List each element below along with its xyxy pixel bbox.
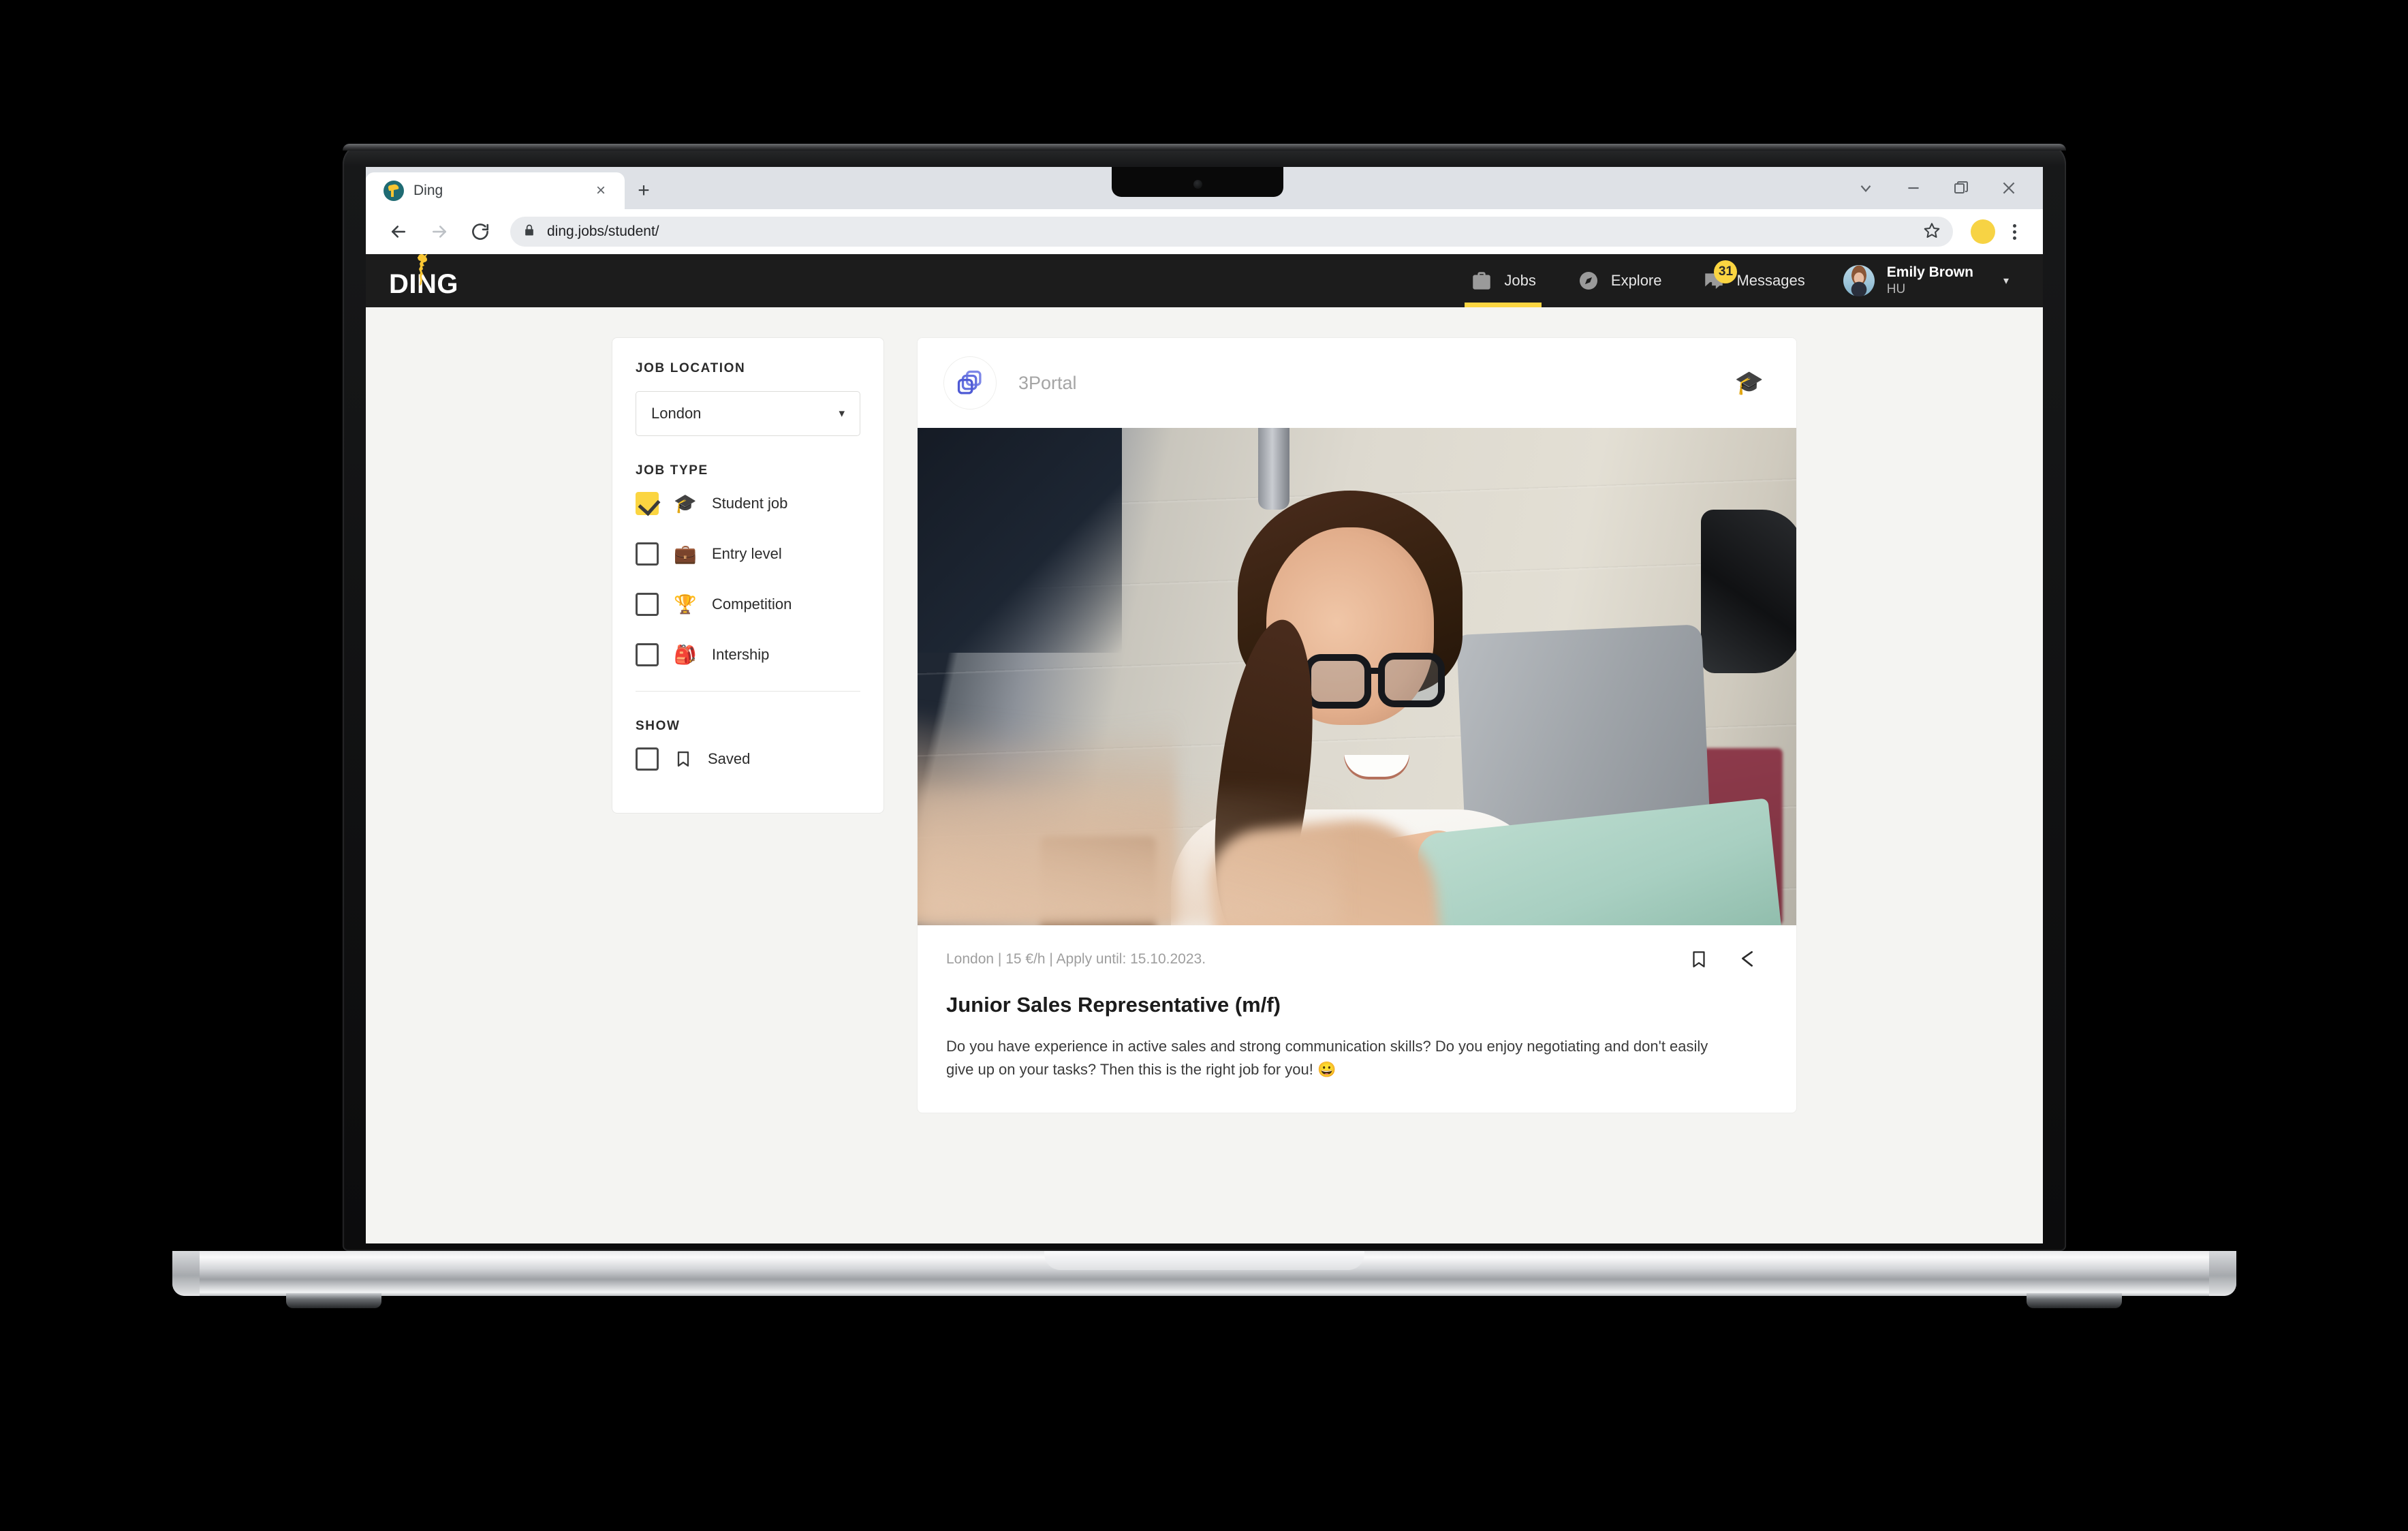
- job-location-heading: JOB LOCATION: [636, 361, 746, 375]
- nav-item-list: Jobs Explore 31 Messages Emily Brown HU …: [1450, 254, 2016, 307]
- lid-top-highlight: [343, 144, 2066, 151]
- avatar: [1843, 265, 1875, 296]
- chat-icon: 31: [1702, 260, 1738, 292]
- page-content: JOB LOCATION London ▾ JOB TYPE 🎓 Student…: [366, 307, 2043, 1114]
- laptop-notch: [1112, 167, 1283, 197]
- user-meta: Emily Brown HU: [1887, 264, 1973, 298]
- filters-panel: JOB LOCATION London ▾ JOB TYPE 🎓 Student…: [612, 337, 884, 814]
- ding-web-app: DING Jobs Explore 31 Messages Emily Brow…: [366, 254, 2043, 1243]
- nav-item-explore[interactable]: Explore: [1557, 254, 1683, 307]
- laptop-screen: Ding × + ding.jobs/student/ DING Jobs Ex…: [366, 167, 2043, 1243]
- bookmark-star-icon[interactable]: [1923, 221, 1941, 243]
- maximize-window-icon[interactable]: [1939, 172, 1983, 204]
- filter-option-label: Student job: [712, 495, 788, 512]
- user-name: Emily Brown: [1886, 264, 1973, 280]
- job-card[interactable]: 3Portal 🎓 London | 15 €/h | Apply until:…: [917, 337, 1797, 1114]
- checkbox-student-job[interactable]: [636, 492, 659, 515]
- url-text: ding.jobs/student/: [547, 223, 659, 239]
- ding-favicon-icon: [384, 181, 404, 201]
- app-top-navigation: DING Jobs Explore 31 Messages Emily Brow…: [366, 254, 2043, 307]
- job-card-header: 3Portal 🎓: [918, 338, 1796, 428]
- new-tab-button[interactable]: +: [625, 172, 663, 209]
- checkbox-entry-level[interactable]: [636, 542, 659, 566]
- layered-squares-logo-icon: [943, 356, 997, 409]
- filter-option-label: Saved: [708, 750, 751, 767]
- nav-item-label: Jobs: [1504, 272, 1536, 289]
- close-window-icon[interactable]: [1987, 172, 2031, 204]
- trophy-icon: 🏆: [674, 594, 697, 615]
- job-card-actions: [1689, 948, 1764, 974]
- chrome-profile-avatar[interactable]: [1971, 219, 1995, 244]
- job-photo: [918, 428, 1796, 925]
- lock-icon: [522, 223, 536, 241]
- close-tab-icon[interactable]: ×: [591, 181, 611, 201]
- chrome-menu-icon[interactable]: [2001, 217, 2028, 247]
- job-type-badge: 🎓: [1734, 370, 1764, 396]
- address-bar[interactable]: ding.jobs/student/: [510, 217, 1953, 247]
- job-title[interactable]: Junior Sales Representative (m/f): [946, 993, 1764, 1017]
- briefcase-icon: 💼: [674, 544, 697, 564]
- laptop-foot-left: [286, 1293, 381, 1308]
- back-icon[interactable]: [381, 214, 416, 249]
- backpack-icon: 🎒: [674, 645, 697, 665]
- nav-item-jobs[interactable]: Jobs: [1450, 254, 1556, 307]
- nav-item-messages[interactable]: 31 Messages: [1682, 254, 1825, 307]
- checkbox-competition[interactable]: [636, 593, 659, 616]
- filter-option-competition[interactable]: 🏆 Competition: [636, 579, 860, 630]
- checkbox-intership[interactable]: [636, 643, 659, 666]
- laptop-base-right-edge: [2209, 1251, 2236, 1296]
- laptop-base-lip: [1044, 1251, 1364, 1270]
- briefcase-icon: [1470, 269, 1493, 292]
- show-heading: SHOW: [636, 719, 681, 733]
- checkbox-saved[interactable]: [636, 747, 659, 771]
- chevron-down-icon: ▾: [839, 407, 845, 420]
- laptop-base-left-edge: [172, 1251, 200, 1296]
- chevron-down-icon[interactable]: [1844, 172, 1888, 204]
- filter-option-label: Entry level: [712, 545, 782, 562]
- browser-toolbar: ding.jobs/student/: [366, 209, 2043, 254]
- filter-option-label: Intership: [712, 646, 770, 663]
- window-controls: [1844, 172, 2031, 204]
- compass-icon: [1577, 269, 1600, 292]
- job-meta-row: London | 15 €/h | Apply until: 15.10.202…: [946, 948, 1764, 974]
- minimize-window-icon[interactable]: [1892, 172, 1935, 204]
- bookmark-icon[interactable]: [1689, 948, 1709, 974]
- user-menu[interactable]: Emily Brown HU ▾: [1826, 254, 2016, 307]
- graduation-cap-icon: 🎓: [674, 493, 697, 514]
- nav-item-label: Messages: [1736, 272, 1805, 289]
- filter-option-entry-level[interactable]: 💼 Entry level: [636, 529, 860, 579]
- user-country-code: HU: [1886, 282, 1906, 297]
- job-meta-text: London | 15 €/h | Apply until: 15.10.202…: [946, 951, 1206, 967]
- browser-tab-title: Ding: [413, 183, 443, 198]
- nav-item-label: Explore: [1610, 272, 1662, 289]
- giraffe-icon: [418, 254, 428, 285]
- bookmark-icon: [674, 749, 693, 769]
- browser-tab-ding[interactable]: Ding ×: [366, 172, 625, 209]
- filter-option-label: Competition: [712, 596, 792, 613]
- filter-option-intership[interactable]: 🎒 Intership: [636, 630, 860, 680]
- share-icon[interactable]: [1736, 948, 1758, 974]
- filters-divider: [636, 691, 860, 692]
- forward-icon[interactable]: [422, 214, 457, 249]
- laptop-foot-right: [2027, 1293, 2122, 1308]
- chevron-down-icon[interactable]: ▾: [2003, 274, 2009, 288]
- filter-option-saved[interactable]: Saved: [636, 734, 860, 784]
- job-card-body: London | 15 €/h | Apply until: 15.10.202…: [918, 925, 1796, 1113]
- job-type-heading: JOB TYPE: [636, 463, 708, 478]
- reload-icon[interactable]: [463, 214, 498, 249]
- filter-option-student-job[interactable]: 🎓 Student job: [636, 478, 860, 529]
- job-description: Do you have experience in active sales a…: [946, 1038, 1708, 1079]
- ding-logo[interactable]: DING: [389, 254, 478, 298]
- screenshot-stage: Ding × + ding.jobs/student/ DING Jobs Ex…: [0, 0, 2408, 1531]
- company-name[interactable]: 3Portal: [1018, 373, 1077, 394]
- job-location-value: London: [651, 405, 702, 422]
- camera-icon: [1193, 180, 1202, 189]
- messages-badge: 31: [1714, 260, 1738, 283]
- job-location-select[interactable]: London ▾: [636, 391, 860, 436]
